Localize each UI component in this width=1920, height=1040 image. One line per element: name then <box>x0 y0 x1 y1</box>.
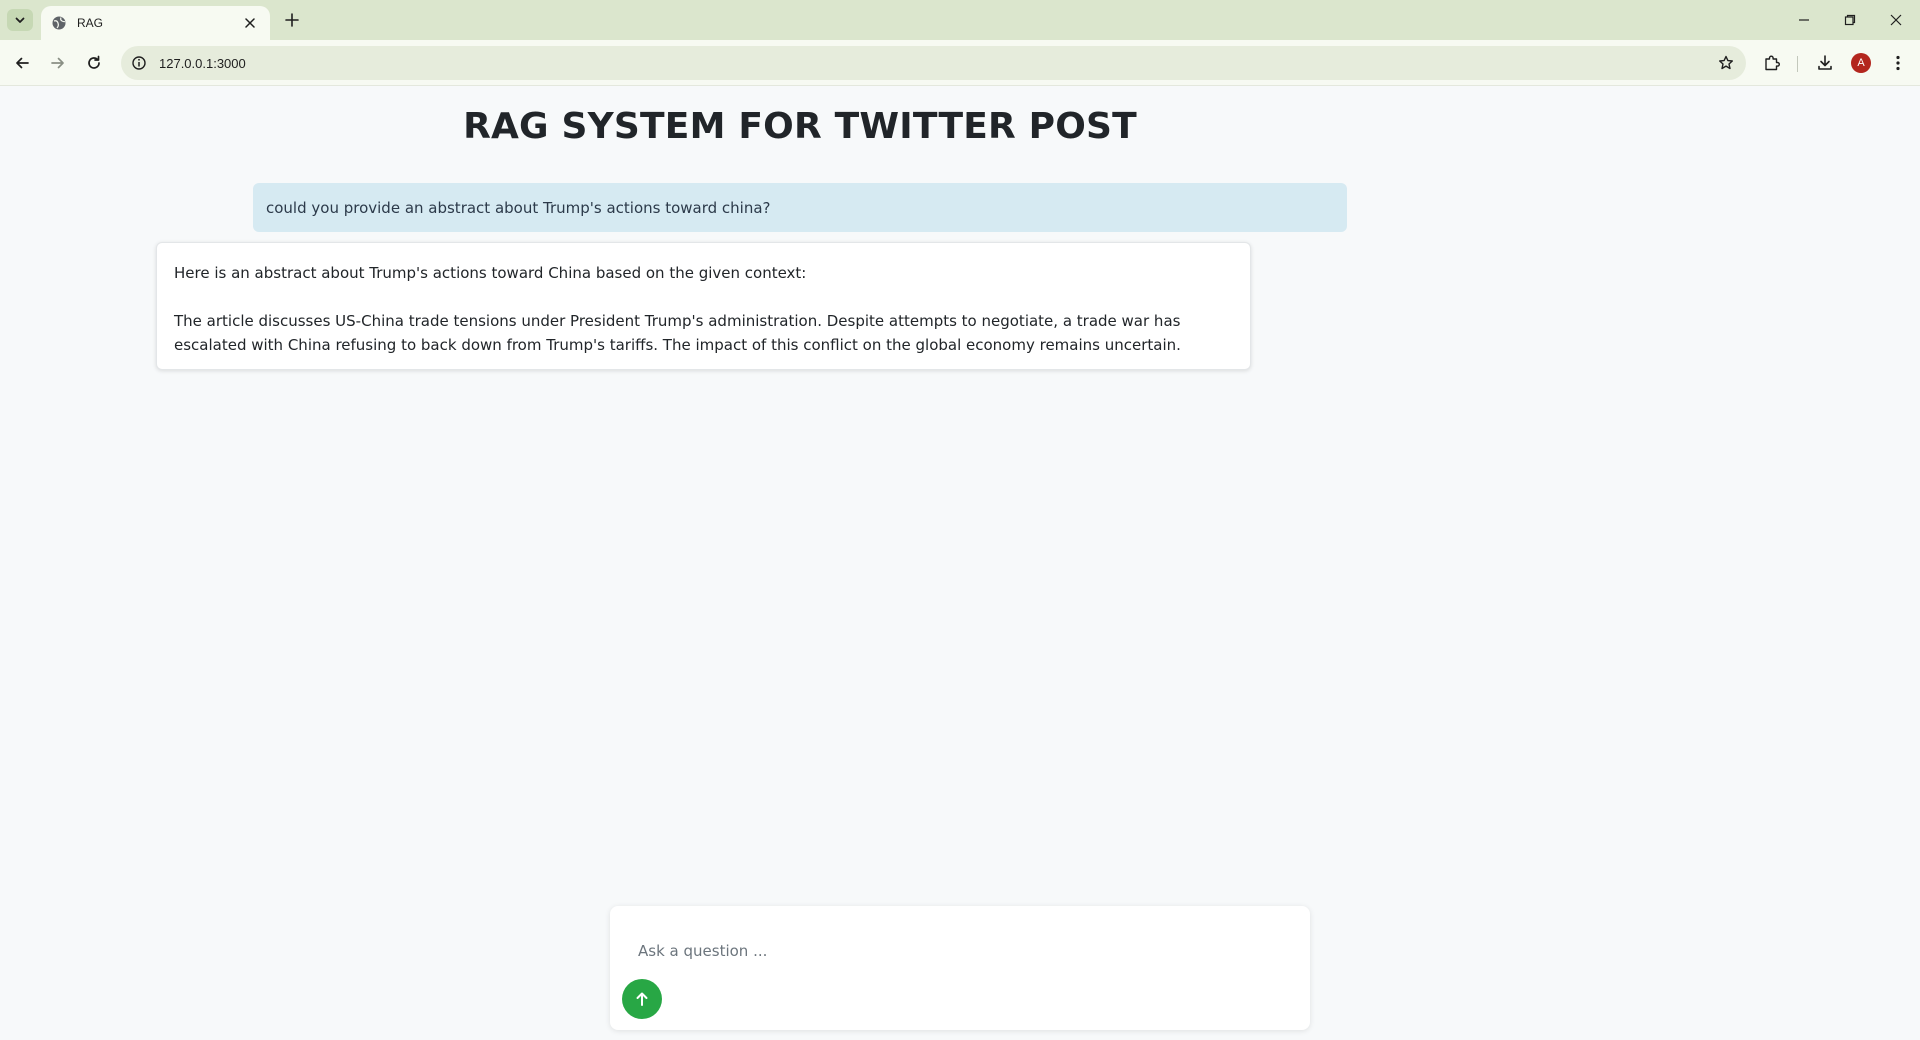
restore-button[interactable] <box>1828 0 1872 40</box>
user-message-text: could you provide an abstract about Trum… <box>266 198 771 217</box>
download-icon <box>1816 54 1834 72</box>
plus-icon <box>285 13 299 27</box>
arrow-up-icon <box>633 990 651 1008</box>
extensions-button[interactable] <box>1760 51 1784 75</box>
globe-icon <box>51 15 67 31</box>
puzzle-icon <box>1763 54 1781 72</box>
new-tab-button[interactable] <box>280 8 304 32</box>
downloads-button[interactable] <box>1813 51 1837 75</box>
profile-avatar[interactable]: A <box>1851 53 1871 73</box>
arrow-left-icon <box>14 55 30 71</box>
site-info-icon[interactable] <box>131 55 147 71</box>
toolbar-divider <box>1797 56 1798 72</box>
tab-title: RAG <box>77 16 104 30</box>
page-title: RAG SYSTEM FOR TWITTER POST <box>463 106 1137 147</box>
more-vertical-icon <box>1896 55 1900 71</box>
url-text: 127.0.0.1:3000 <box>159 55 246 71</box>
restore-icon <box>1844 14 1856 26</box>
close-tab-icon[interactable] <box>240 13 260 33</box>
browser-menu-button[interactable] <box>1886 51 1910 75</box>
minimize-icon <box>1798 14 1810 26</box>
browser-tab-active[interactable]: RAG <box>41 6 270 40</box>
chevron-down-icon <box>14 14 26 26</box>
browser-tabbar: RAG <box>0 0 1920 40</box>
back-button[interactable] <box>8 49 36 77</box>
address-bar[interactable]: 127.0.0.1:3000 <box>121 46 1746 80</box>
close-window-button[interactable] <box>1874 0 1918 40</box>
forward-button[interactable] <box>44 49 72 77</box>
assistant-message-bubble: Here is an abstract about Trump's action… <box>156 242 1251 370</box>
browser-toolbar: 127.0.0.1:3000 A <box>0 40 1920 86</box>
question-input[interactable] <box>638 936 1278 966</box>
assistant-message-paragraph: Here is an abstract about Trump's action… <box>174 264 807 282</box>
user-message-bubble: could you provide an abstract about Trum… <box>253 183 1347 232</box>
close-icon <box>1890 14 1902 26</box>
reload-icon <box>86 55 102 71</box>
bookmark-star-icon[interactable] <box>1716 53 1736 73</box>
minimize-button[interactable] <box>1782 0 1826 40</box>
question-composer <box>610 906 1310 1030</box>
arrow-right-icon <box>50 55 66 71</box>
send-button[interactable] <box>622 979 662 1019</box>
tab-search-button[interactable] <box>7 9 33 31</box>
reload-button[interactable] <box>80 49 108 77</box>
assistant-message-paragraph: The article discusses US-China trade ten… <box>174 312 1181 354</box>
